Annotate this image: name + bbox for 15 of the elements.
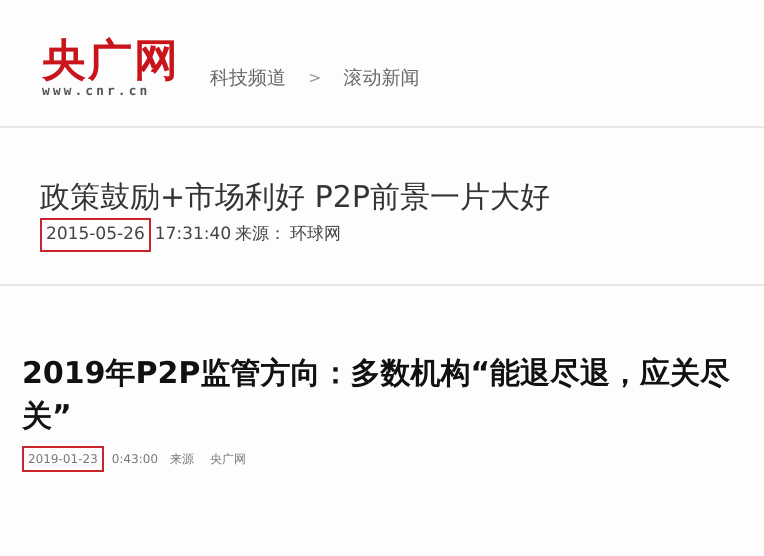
logo-url: www.cnr.cn	[42, 84, 152, 100]
breadcrumb-link[interactable]: 滚动新闻	[343, 64, 420, 92]
source-name: 环球网	[290, 223, 342, 246]
source-label: 来源：	[235, 223, 286, 246]
article-title[interactable]: 政策鼓励+市场利好 P2P前景一片大好	[40, 178, 764, 218]
source-name: 央广网	[210, 451, 246, 468]
logo-text[interactable]: 央广网	[42, 38, 180, 84]
article-date: 2015-05-26	[40, 218, 151, 252]
article-time: 0:43:00	[112, 451, 158, 468]
article-date: 2019-01-23	[22, 446, 104, 472]
breadcrumb-separator: >	[308, 67, 322, 89]
article-time: 17:31:40	[154, 223, 232, 246]
article-title[interactable]: 2019年P2P监管方向：多数机构“能退尽退，应关尽关”	[22, 352, 734, 438]
breadcrumb-link[interactable]: 科技频道	[210, 64, 286, 92]
source-label: 来源	[170, 451, 194, 468]
